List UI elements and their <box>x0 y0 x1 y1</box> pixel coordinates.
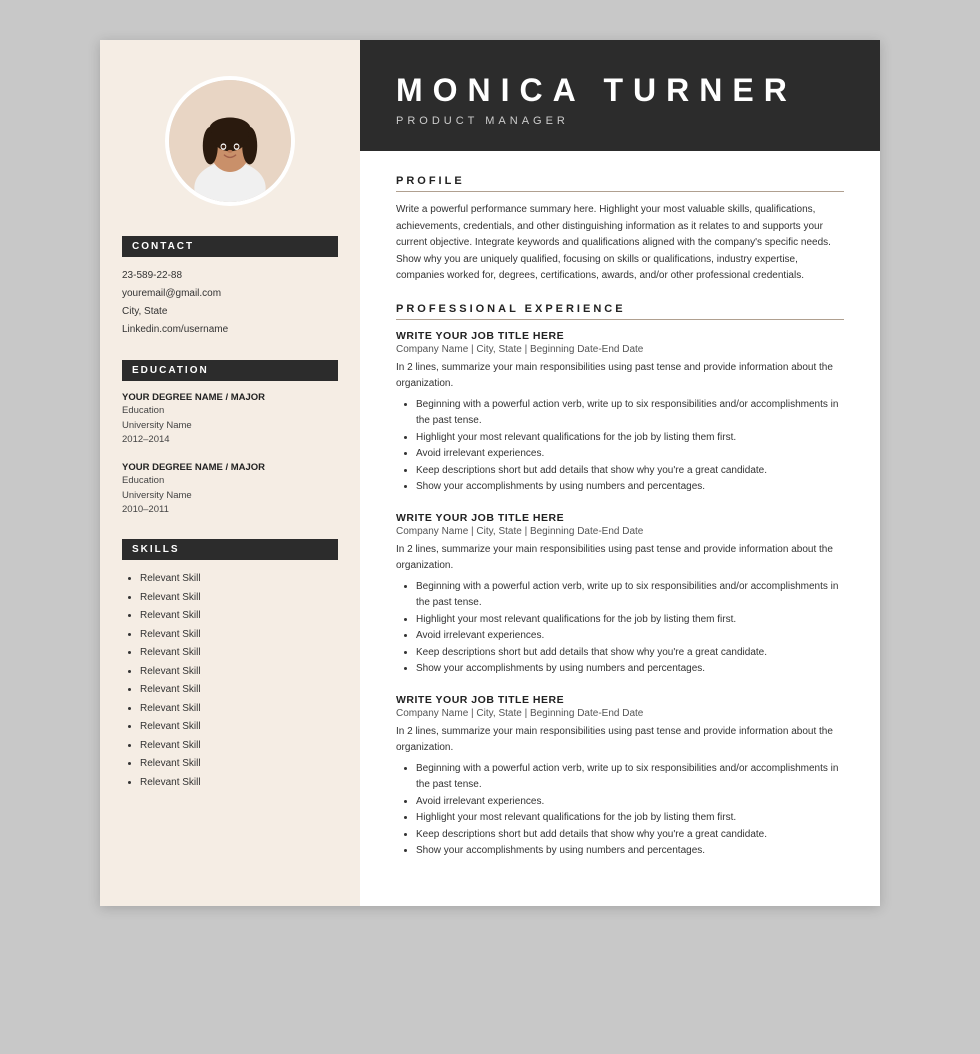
bullet-1-3: Avoid irrelevant experiences. <box>416 446 844 463</box>
bullet-1-4: Keep descriptions short but add details … <box>416 463 844 480</box>
contact-info: 23-589-22-88 youremail@gmail.com City, S… <box>122 267 338 338</box>
right-content: PROFILE Write a powerful performance sum… <box>360 151 880 906</box>
job-bullets-3: Beginning with a powerful action verb, w… <box>396 761 844 860</box>
bullet-1-2: Highlight your most relevant qualificati… <box>416 430 844 447</box>
skill-item-8: Relevant Skill <box>140 700 338 719</box>
contact-section: CONTACT 23-589-22-88 youremail@gmail.com… <box>122 236 338 338</box>
profile-text: Write a powerful performance summary her… <box>396 202 844 285</box>
applicant-title: PRODUCT MANAGER <box>396 115 844 127</box>
contact-phone: 23-589-22-88 <box>122 267 338 284</box>
bullet-3-5: Show your accomplishments by using numbe… <box>416 843 844 860</box>
bullet-2-1: Beginning with a powerful action verb, w… <box>416 579 844 612</box>
education-section: EDUCATION YOUR DEGREE NAME / MAJOR Educa… <box>122 360 338 517</box>
skill-item-9: Relevant Skill <box>140 718 338 737</box>
job-title-1: WRITE YOUR JOB TITLE HERE <box>396 330 844 342</box>
skill-item-4: Relevant Skill <box>140 626 338 645</box>
jobs-container: WRITE YOUR JOB TITLE HERE Company Name | … <box>396 330 844 860</box>
degree-2: YOUR DEGREE NAME / MAJOR <box>122 461 338 474</box>
bullet-3-1: Beginning with a powerful action verb, w… <box>416 761 844 794</box>
education-heading: EDUCATION <box>122 360 338 381</box>
edu-label-1: Education <box>122 404 338 418</box>
bullet-3-4: Keep descriptions short but add details … <box>416 827 844 844</box>
years-2: 2010–2011 <box>122 503 338 517</box>
contact-heading: CONTACT <box>122 236 338 257</box>
university-1: University Name <box>122 419 338 433</box>
bullet-2-3: Avoid irrelevant experiences. <box>416 628 844 645</box>
job-meta-3: Company Name | City, State | Beginning D… <box>396 708 844 719</box>
skills-section: SKILLS Relevant SkillRelevant SkillRelev… <box>122 539 338 792</box>
skill-item-3: Relevant Skill <box>140 607 338 626</box>
job-desc-2: In 2 lines, summarize your main responsi… <box>396 542 844 574</box>
job-title-3: WRITE YOUR JOB TITLE HERE <box>396 694 844 706</box>
skill-item-1: Relevant Skill <box>140 570 338 589</box>
skills-list: Relevant SkillRelevant SkillRelevant Ski… <box>122 570 338 792</box>
bullet-1-1: Beginning with a powerful action verb, w… <box>416 397 844 430</box>
contact-location: City, State <box>122 303 338 320</box>
job-block-2: WRITE YOUR JOB TITLE HERE Company Name | … <box>396 512 844 678</box>
job-bullets-1: Beginning with a powerful action verb, w… <box>396 397 844 496</box>
job-desc-1: In 2 lines, summarize your main responsi… <box>396 360 844 392</box>
job-meta-1: Company Name | City, State | Beginning D… <box>396 344 844 355</box>
education-entry-2: YOUR DEGREE NAME / MAJOR Education Unive… <box>122 461 338 517</box>
bullet-3-2: Avoid irrelevant experiences. <box>416 794 844 811</box>
profile-heading: PROFILE <box>396 175 844 192</box>
left-column: CONTACT 23-589-22-88 youremail@gmail.com… <box>100 40 360 906</box>
bullet-2-4: Keep descriptions short but add details … <box>416 645 844 662</box>
photo-area <box>100 40 360 236</box>
bullet-3-3: Highlight your most relevant qualificati… <box>416 810 844 827</box>
job-desc-3: In 2 lines, summarize your main responsi… <box>396 724 844 756</box>
contact-email: youremail@gmail.com <box>122 285 338 302</box>
job-meta-2: Company Name | City, State | Beginning D… <box>396 526 844 537</box>
skill-item-2: Relevant Skill <box>140 589 338 608</box>
years-1: 2012–2014 <box>122 433 338 447</box>
bullet-2-5: Show your accomplishments by using numbe… <box>416 661 844 678</box>
university-2: University Name <box>122 489 338 503</box>
skills-heading: SKILLS <box>122 539 338 560</box>
header-bar: MONICA TURNER PRODUCT MANAGER <box>360 40 880 151</box>
job-title-2: WRITE YOUR JOB TITLE HERE <box>396 512 844 524</box>
left-sections: CONTACT 23-589-22-88 youremail@gmail.com… <box>100 236 360 814</box>
skill-item-12: Relevant Skill <box>140 774 338 793</box>
skill-item-7: Relevant Skill <box>140 681 338 700</box>
job-bullets-2: Beginning with a powerful action verb, w… <box>396 579 844 678</box>
skill-item-6: Relevant Skill <box>140 663 338 682</box>
applicant-name: MONICA TURNER <box>396 72 844 109</box>
job-block-3: WRITE YOUR JOB TITLE HERE Company Name | … <box>396 694 844 860</box>
experience-heading: PROFESSIONAL EXPERIENCE <box>396 303 844 320</box>
contact-linkedin: Linkedin.com/username <box>122 321 338 338</box>
resume-document: CONTACT 23-589-22-88 youremail@gmail.com… <box>100 40 880 906</box>
skill-item-10: Relevant Skill <box>140 737 338 756</box>
degree-1: YOUR DEGREE NAME / MAJOR <box>122 391 338 404</box>
bullet-2-2: Highlight your most relevant qualificati… <box>416 612 844 629</box>
bullet-1-5: Show your accomplishments by using numbe… <box>416 479 844 496</box>
job-block-1: WRITE YOUR JOB TITLE HERE Company Name | … <box>396 330 844 496</box>
profile-photo <box>165 76 295 206</box>
skill-item-11: Relevant Skill <box>140 755 338 774</box>
skill-item-5: Relevant Skill <box>140 644 338 663</box>
right-column: MONICA TURNER PRODUCT MANAGER PROFILE Wr… <box>360 40 880 906</box>
education-entry-1: YOUR DEGREE NAME / MAJOR Education Unive… <box>122 391 338 447</box>
edu-label-2: Education <box>122 474 338 488</box>
